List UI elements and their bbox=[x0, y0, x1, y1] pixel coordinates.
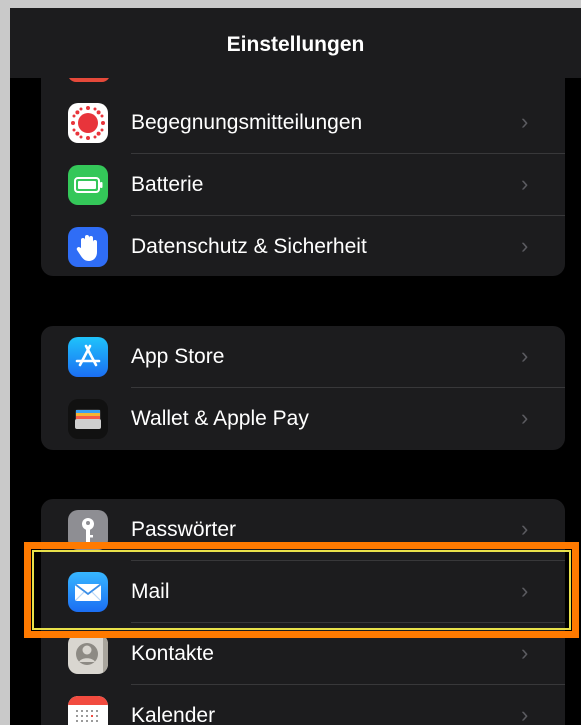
chevron-right-icon: › bbox=[521, 109, 529, 134]
wallet-icon bbox=[68, 399, 108, 439]
chevron-right-icon: › bbox=[521, 702, 529, 725]
settings-row-wallet[interactable]: Wallet & Apple Pay › bbox=[41, 388, 565, 450]
calendar-icon bbox=[68, 696, 108, 725]
chevron-right-icon: › bbox=[521, 233, 529, 258]
settings-group-2: App Store › Wallet & Apple Pay › bbox=[41, 326, 565, 450]
settings-row-label: Batterie bbox=[131, 173, 204, 196]
settings-row-label: App Store bbox=[131, 345, 225, 368]
contacts-icon bbox=[68, 634, 108, 674]
settings-row-label: Begegnungsmitteilungen bbox=[131, 111, 363, 134]
settings-row-datenschutz[interactable]: Datenschutz & Sicherheit › bbox=[41, 216, 565, 276]
navigation-bar: Einstellungen bbox=[10, 8, 581, 78]
settings-row-label: Wallet & Apple Pay bbox=[131, 407, 309, 430]
settings-row-label: Kalender bbox=[131, 704, 216, 725]
chevron-right-icon: › bbox=[521, 171, 529, 196]
chevron-right-icon: › bbox=[521, 343, 529, 368]
settings-row-batterie[interactable]: Batterie › bbox=[41, 154, 565, 216]
page-title: Einstellungen bbox=[226, 33, 365, 56]
privacy-hand-icon bbox=[68, 227, 108, 267]
battery-icon bbox=[68, 165, 108, 205]
settings-row-begegnungsmitteilungen[interactable]: Begegnungsmitteilungen › bbox=[41, 92, 565, 154]
exposure-notification-icon bbox=[68, 103, 108, 143]
app-store-icon bbox=[68, 337, 108, 377]
chevron-right-icon: › bbox=[521, 405, 529, 430]
mail-row-highlight bbox=[24, 542, 579, 638]
settings-row-app-store[interactable]: App Store › bbox=[41, 326, 565, 388]
settings-row-label: Datenschutz & Sicherheit bbox=[131, 235, 367, 258]
settings-row-kalender[interactable]: Kalender › bbox=[41, 685, 565, 725]
